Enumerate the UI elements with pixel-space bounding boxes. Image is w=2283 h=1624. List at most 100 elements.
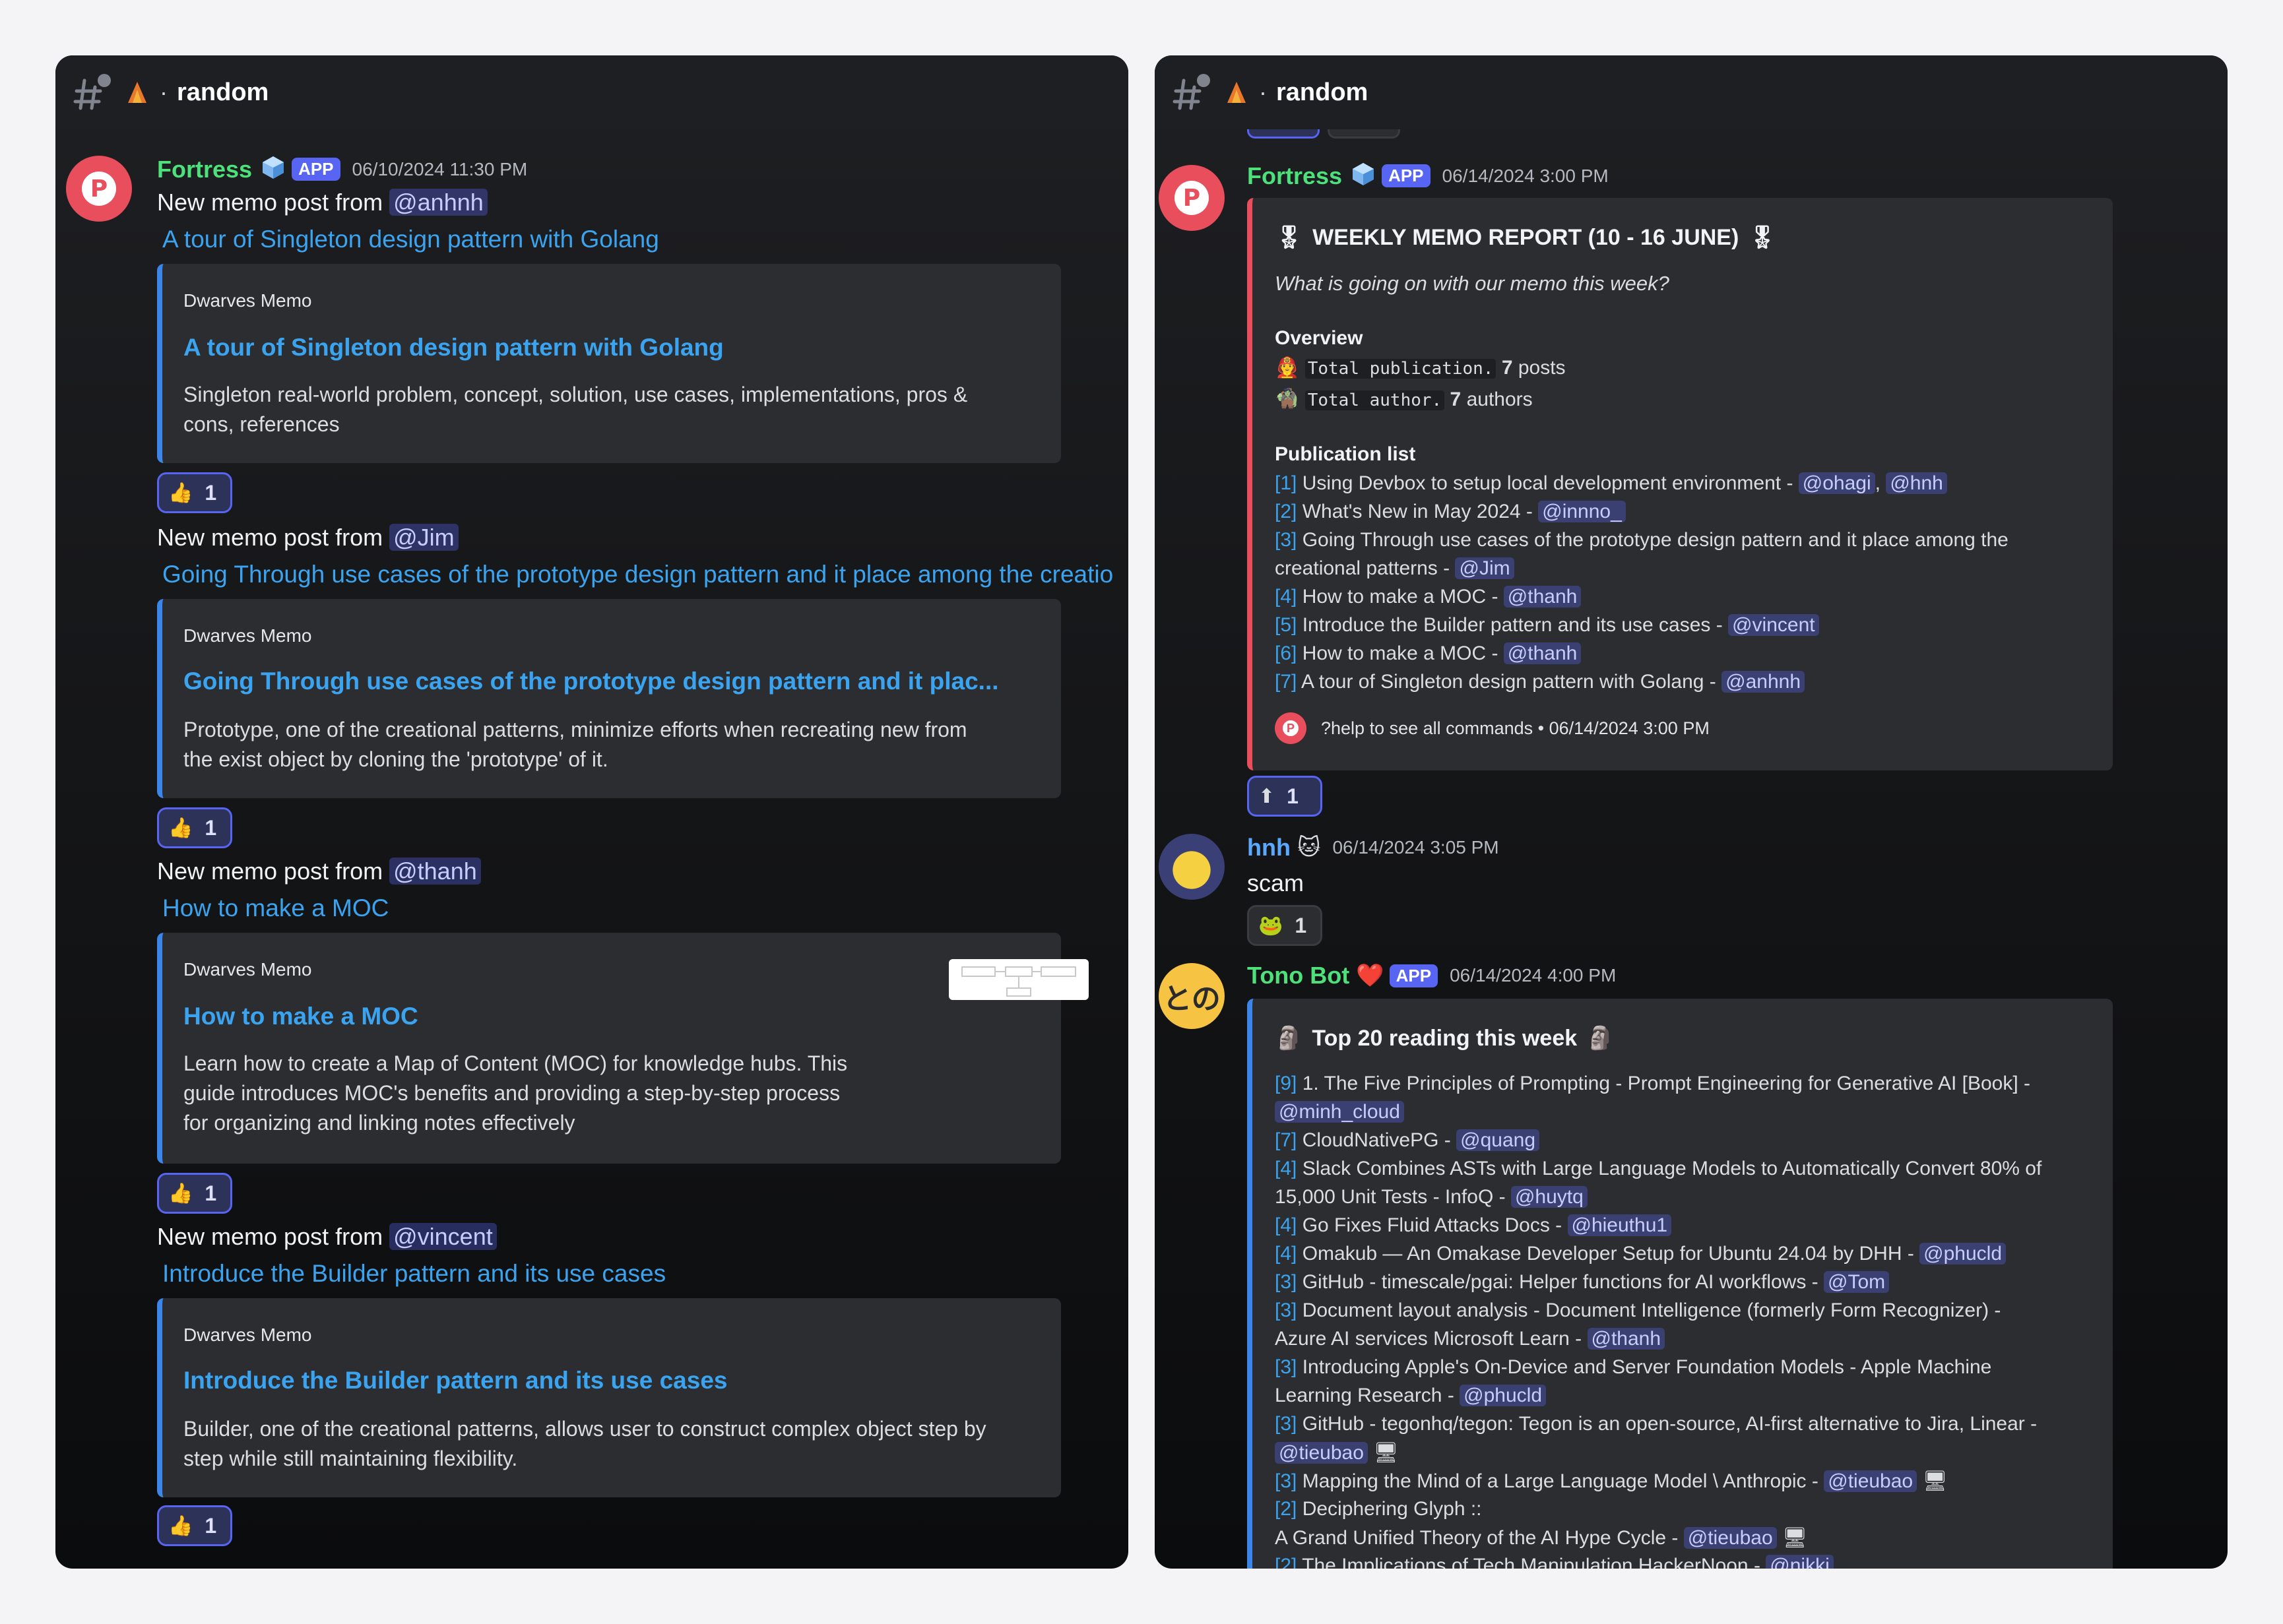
message-header: Fortress APP 06/14/2024 3:00 PM [1247,161,1609,191]
post-link[interactable]: Going Through use cases of the prototype… [162,561,1113,588]
fortress-avatar[interactable]: P [66,156,132,222]
pub-index[interactable]: [2] [1275,501,1297,522]
threads-channel-icon[interactable] [1171,71,1213,113]
user-mention[interactable]: @vincent [389,1223,497,1250]
user-mention[interactable]: @thanh [1503,586,1582,608]
embed-title[interactable]: Introduce the Builder pattern and its us… [183,1367,727,1394]
reaction-thumbs-up[interactable]: 👍 1 [157,807,232,848]
threads-channel-icon[interactable] [71,71,113,113]
user-mention[interactable]: @innno_ [1538,501,1626,522]
user-mention[interactable]: @vincent [1728,614,1819,636]
goblin-icon: 🧌 [1275,389,1300,410]
pub-index[interactable]: [7] [1275,671,1297,693]
embed-description: Builder, one of the creational patterns,… [183,1414,986,1474]
item-count[interactable]: [3] [1275,1356,1297,1378]
item-count[interactable]: [3] [1275,1470,1297,1492]
user-mention[interactable]: @thanh [1587,1328,1665,1350]
reaction-arrow-up[interactable]: ⬆ 1 [1247,776,1322,817]
embed-provider[interactable]: Dwarves Memo [183,625,311,646]
item-count[interactable]: [3] [1275,1299,1297,1321]
pub-index[interactable]: [3] [1275,529,1297,551]
author-name[interactable]: hnh [1247,834,1291,861]
user-mention[interactable]: @Tom [1824,1271,1890,1293]
hnh-avatar[interactable] [1159,834,1225,900]
user-mention[interactable]: @anhnh [1721,671,1805,693]
item-count[interactable]: [4] [1275,1214,1297,1236]
post-link[interactable]: Introduce the Builder pattern and its us… [162,1260,666,1288]
user-mention[interactable]: @thanh [389,858,481,885]
user-mention[interactable]: @quang [1456,1129,1540,1151]
verified-cube-icon [1350,161,1376,191]
user-mention[interactable]: @phucld [1919,1243,2007,1265]
timestamp[interactable]: 06/14/2024 3:00 PM [1442,166,1609,187]
channel-name[interactable]: random [177,78,269,107]
embed-title[interactable]: A tour of Singleton design pattern with … [183,334,724,361]
desc-line: the exist object by cloning the 'prototy… [183,747,608,771]
reaction-thumbs-up[interactable]: 👍 1 [157,472,232,513]
pub-index[interactable]: [1] [1275,472,1297,494]
reaction-thumbs-up[interactable]: 👍 1 [157,1505,232,1546]
embed-description: Prototype, one of the creational pattern… [183,715,967,774]
user-mention[interactable]: @minh_cloud [1275,1101,1404,1123]
pub-title: Introduce the Builder pattern and its us… [1302,614,1723,636]
item-count[interactable]: [3] [1275,1413,1297,1435]
overview-label: Total author. [1304,390,1445,410]
user-mention[interactable]: @tieubao [1683,1527,1777,1549]
author-name[interactable]: Fortress [1247,162,1342,190]
pub-title: How to make a MOC - [1302,642,1498,664]
post-link[interactable]: A tour of Singleton design pattern with … [162,226,659,253]
reading-item: [4] Go Fixes Fluid Attacks Docs - @hieut… [1275,1214,1672,1237]
partial-reaction [1247,129,1320,139]
desc-line: for organizing and linking notes effecti… [183,1111,575,1135]
embed-title[interactable]: How to make a MOC [183,1003,418,1030]
tono-bot-avatar[interactable]: との [1159,963,1225,1029]
user-mention[interactable]: @tieubao [1275,1442,1368,1464]
message-header: Fortress APP 06/10/2024 11:30 PM [157,154,527,184]
item-count[interactable]: [9] [1275,1073,1297,1094]
reading-item: [3] GitHub - tegonhq/tegon: Tegon is an … [1275,1413,2037,1435]
user-mention[interactable]: @hnh [1886,472,1947,494]
user-mention[interactable]: @tieubao [1824,1470,1917,1492]
user-mention[interactable]: @huytq [1510,1186,1588,1208]
channel-name[interactable]: random [1276,78,1368,107]
item-count[interactable]: [2] [1275,1498,1297,1520]
timestamp[interactable]: 06/14/2024 4:00 PM [1450,965,1616,986]
post-link[interactable]: How to make a MOC [162,894,389,922]
item-count[interactable]: [7] [1275,1129,1297,1151]
item-count[interactable]: [2] [1275,1555,1297,1569]
user-mention[interactable]: @anhnh [389,189,488,216]
pub-index[interactable]: [4] [1275,586,1297,608]
reaction-count: 1 [1287,784,1299,808]
item-title: The Implications of Tech Manipulation Ha… [1302,1555,1760,1569]
embed-title[interactable]: Going Through use cases of the prototype… [183,668,999,695]
item-count[interactable]: [4] [1275,1243,1297,1265]
author-name[interactable]: Tono Bot [1247,962,1349,989]
timestamp[interactable]: 06/14/2024 3:05 PM [1332,837,1498,858]
embed-provider[interactable]: Dwarves Memo [183,959,311,980]
link-embed: Dwarves Memo A tour of Singleton design … [157,264,1061,463]
item-title: CloudNativePG - [1302,1129,1451,1151]
user-mention[interactable]: @Jim [389,524,459,551]
pub-index[interactable]: [6] [1275,642,1297,664]
user-mention[interactable]: @nikki [1766,1555,1834,1569]
embed-provider[interactable]: Dwarves Memo [183,1325,311,1346]
user-mention[interactable]: @phucld [1460,1385,1547,1406]
user-mention[interactable]: @hieuthu1 [1567,1214,1672,1236]
pub-index[interactable]: [5] [1275,614,1297,636]
item-title: 15,000 Unit Tests - InfoQ - [1275,1186,1506,1208]
user-mention[interactable]: @ohagi [1798,472,1875,494]
item-count[interactable]: [3] [1275,1271,1297,1293]
item-count[interactable]: [4] [1275,1158,1297,1179]
fortress-avatar[interactable]: P [1159,165,1225,231]
app-badge: APP [1389,964,1438,987]
reaction-thumbs-up[interactable]: 👍 1 [157,1173,232,1214]
reaction-scam[interactable]: 🐸 1 [1247,905,1322,946]
embed-provider[interactable]: Dwarves Memo [183,290,311,311]
user-mention[interactable]: @thanh [1503,642,1582,664]
embed-thumbnail-image[interactable] [949,959,1089,1000]
desc-line: Prototype, one of the creational pattern… [183,718,967,741]
user-mention[interactable]: @Jim [1455,557,1514,579]
author-name[interactable]: Fortress [157,156,252,183]
timestamp[interactable]: 06/10/2024 11:30 PM [352,159,528,180]
report-title-text: WEEKLY MEMO REPORT (10 - 16 JUNE) [1312,224,1739,250]
